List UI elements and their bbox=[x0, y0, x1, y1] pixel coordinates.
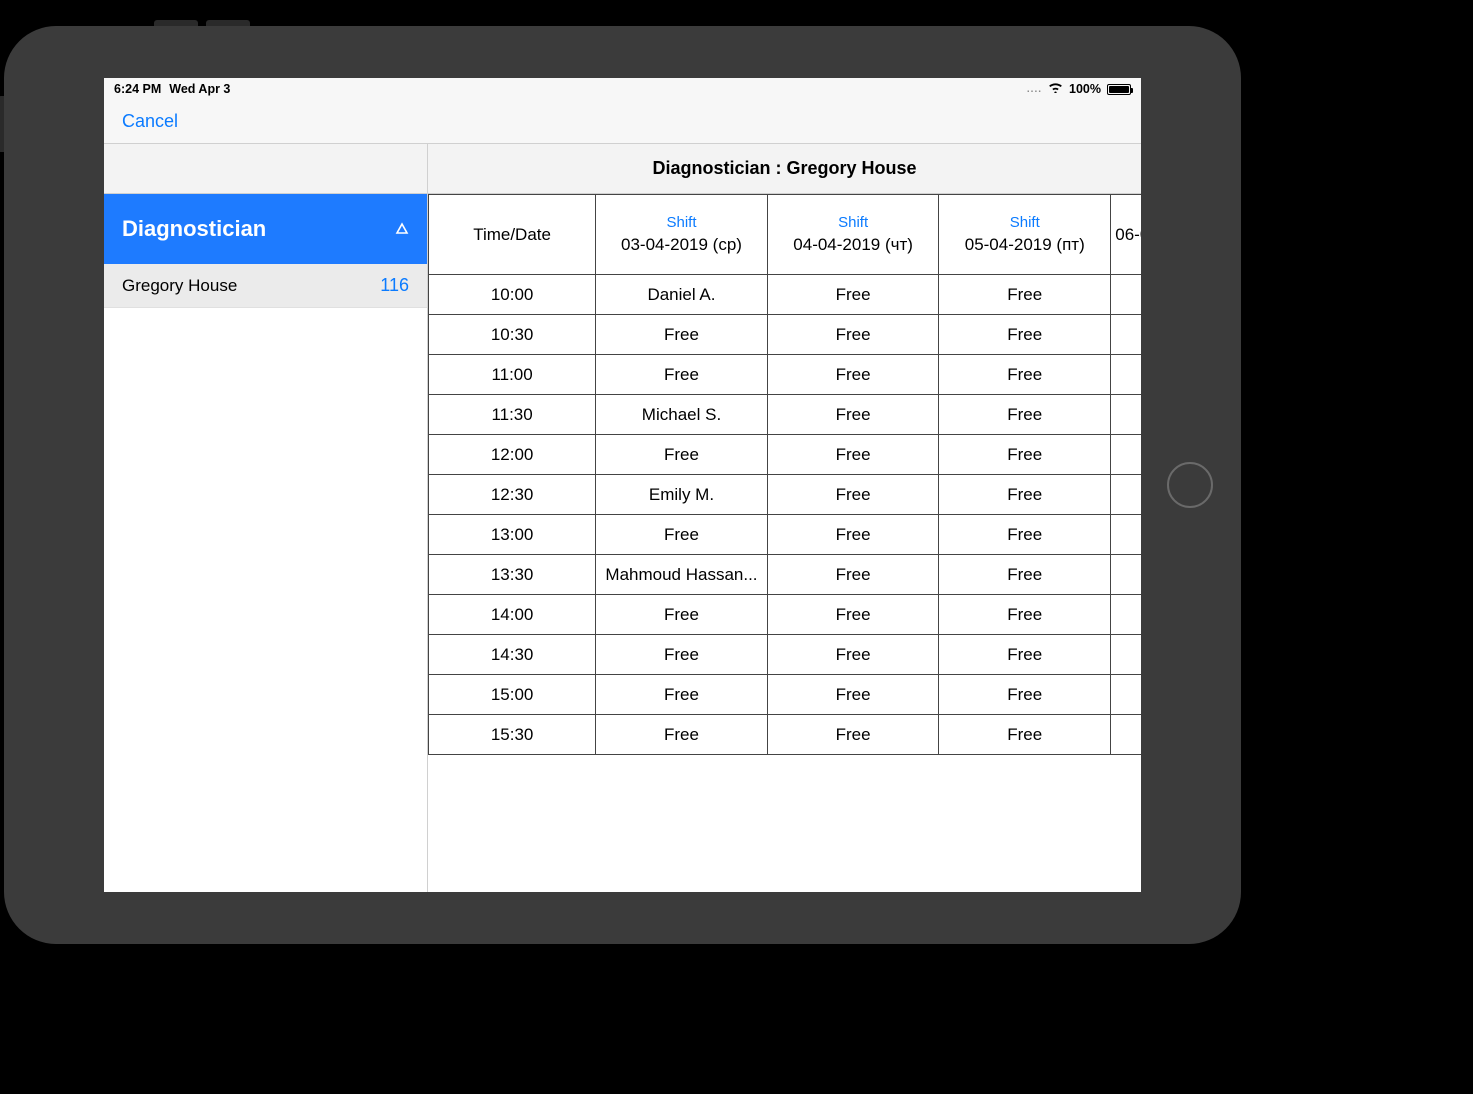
sidebar-top-spacer bbox=[104, 144, 427, 194]
sidebar-header[interactable]: Diagnostician bbox=[104, 194, 427, 264]
sidebar-item-diagnostician[interactable]: Gregory House 116 bbox=[104, 264, 427, 308]
slot-free[interactable]: Free bbox=[767, 475, 939, 515]
time-cell: 11:30 bbox=[429, 395, 596, 435]
status-time: 6:24 PM bbox=[114, 82, 161, 96]
cancel-button[interactable]: Cancel bbox=[122, 111, 178, 132]
slot-free[interactable]: Free bbox=[939, 555, 1111, 595]
time-cell: 10:30 bbox=[429, 315, 596, 355]
slot-free[interactable]: Free bbox=[939, 515, 1111, 555]
slot-free[interactable]: Free bbox=[939, 475, 1111, 515]
status-date: Wed Apr 3 bbox=[169, 82, 230, 96]
slot-free[interactable]: Free bbox=[939, 275, 1111, 315]
sidebar-header-label: Diagnostician bbox=[122, 216, 266, 242]
slot-blocked bbox=[1111, 475, 1141, 515]
slot-free[interactable]: Free bbox=[939, 675, 1111, 715]
slot-free[interactable]: Free bbox=[939, 315, 1111, 355]
time-cell: 14:00 bbox=[429, 595, 596, 635]
slot-booked[interactable]: Emily M. bbox=[596, 475, 768, 515]
time-cell: 14:30 bbox=[429, 635, 596, 675]
slot-booked[interactable]: Michael S. bbox=[596, 395, 768, 435]
slot-blocked bbox=[1111, 555, 1141, 595]
slot-free[interactable]: Free bbox=[767, 555, 939, 595]
slot-blocked bbox=[1111, 315, 1141, 355]
slot-free[interactable]: Free bbox=[767, 715, 939, 755]
slot-blocked bbox=[1111, 675, 1141, 715]
slot-free[interactable]: Free bbox=[767, 355, 939, 395]
slot-free[interactable]: Free bbox=[596, 715, 768, 755]
sidebar-item-count: 116 bbox=[380, 275, 409, 296]
header-day: Shift 04-04-2019 (чт) bbox=[767, 195, 939, 275]
slot-free[interactable]: Free bbox=[939, 435, 1111, 475]
slot-blocked bbox=[1111, 435, 1141, 475]
sidebar-item-label: Gregory House bbox=[122, 276, 237, 296]
home-button[interactable] bbox=[1167, 462, 1213, 508]
slot-blocked bbox=[1111, 395, 1141, 435]
time-cell: 13:30 bbox=[429, 555, 596, 595]
slot-booked[interactable]: Daniel A. bbox=[596, 275, 768, 315]
slot-free[interactable]: Free bbox=[596, 315, 768, 355]
header-time-date: Time/Date bbox=[429, 195, 596, 275]
slot-free[interactable]: Free bbox=[939, 395, 1111, 435]
header-date-label: 03-04-2019 (ср) bbox=[621, 235, 742, 255]
slot-blocked bbox=[1111, 715, 1141, 755]
time-cell: 12:30 bbox=[429, 475, 596, 515]
slot-free[interactable]: Free bbox=[767, 635, 939, 675]
shift-link[interactable]: Shift bbox=[1010, 214, 1040, 231]
shift-link[interactable]: Shift bbox=[666, 214, 696, 231]
device-button bbox=[0, 96, 4, 152]
slot-free[interactable]: Free bbox=[767, 515, 939, 555]
slot-free[interactable]: Free bbox=[596, 635, 768, 675]
slot-blocked bbox=[1111, 515, 1141, 555]
ipad-frame: 6:24 PM Wed Apr 3 .... 100% Cancel bbox=[4, 26, 1241, 944]
time-cell: 15:30 bbox=[429, 715, 596, 755]
time-cell: 11:00 bbox=[429, 355, 596, 395]
slot-blocked bbox=[1111, 355, 1141, 395]
main-panel: Diagnostician : Gregory House Time/DateS… bbox=[428, 144, 1141, 892]
slot-blocked bbox=[1111, 635, 1141, 675]
schedule-grid: Time/Date Shift 03-04-2019 (ср) Shift 04-04-… bbox=[428, 194, 1141, 892]
battery-icon bbox=[1107, 84, 1131, 95]
device-button bbox=[206, 20, 250, 26]
header-date-label: 04-04-2019 (чт) bbox=[793, 235, 913, 255]
slot-free[interactable]: Free bbox=[767, 675, 939, 715]
slot-free[interactable]: Free bbox=[596, 595, 768, 635]
slot-free[interactable]: Free bbox=[596, 675, 768, 715]
main-title: Diagnostician : Gregory House bbox=[428, 144, 1141, 194]
nav-bar: Cancel bbox=[104, 100, 1141, 144]
time-cell: 15:00 bbox=[429, 675, 596, 715]
screen: 6:24 PM Wed Apr 3 .... 100% Cancel bbox=[104, 78, 1141, 892]
slot-booked[interactable]: Mahmoud Hassan... bbox=[596, 555, 768, 595]
slot-free[interactable]: Free bbox=[767, 435, 939, 475]
time-cell: 10:00 bbox=[429, 275, 596, 315]
slot-blocked bbox=[1111, 275, 1141, 315]
time-cell: 13:00 bbox=[429, 515, 596, 555]
header-date-label: 05-04-2019 (пт) bbox=[965, 235, 1085, 255]
device-button bbox=[154, 20, 198, 26]
slot-free[interactable]: Free bbox=[596, 515, 768, 555]
slot-free[interactable]: Free bbox=[767, 395, 939, 435]
header-day: Shift 03-04-2019 (ср) bbox=[596, 195, 768, 275]
sort-ascending-icon bbox=[395, 222, 409, 236]
header-day: Shift 05-04-2019 (пт) bbox=[939, 195, 1111, 275]
slot-free[interactable]: Free bbox=[596, 435, 768, 475]
slot-free[interactable]: Free bbox=[767, 315, 939, 355]
sidebar: Diagnostician Gregory House 116 bbox=[104, 144, 428, 892]
slot-blocked bbox=[1111, 595, 1141, 635]
slot-free[interactable]: Free bbox=[596, 355, 768, 395]
slot-free[interactable]: Free bbox=[767, 595, 939, 635]
time-cell: 12:00 bbox=[429, 435, 596, 475]
slot-free[interactable]: Free bbox=[939, 715, 1111, 755]
status-bar: 6:24 PM Wed Apr 3 .... 100% bbox=[104, 78, 1141, 100]
slot-free[interactable]: Free bbox=[939, 635, 1111, 675]
slot-free[interactable]: Free bbox=[939, 355, 1111, 395]
slot-free[interactable]: Free bbox=[939, 595, 1111, 635]
slot-free[interactable]: Free bbox=[767, 275, 939, 315]
header-date-label: 06-04-201 bbox=[1115, 225, 1141, 245]
cellular-dots-icon: .... bbox=[1027, 84, 1042, 95]
header-day: 06-04-201 bbox=[1111, 195, 1141, 275]
battery-percent: 100% bbox=[1069, 82, 1101, 96]
wifi-icon bbox=[1048, 82, 1063, 96]
shift-link[interactable]: Shift bbox=[838, 214, 868, 231]
